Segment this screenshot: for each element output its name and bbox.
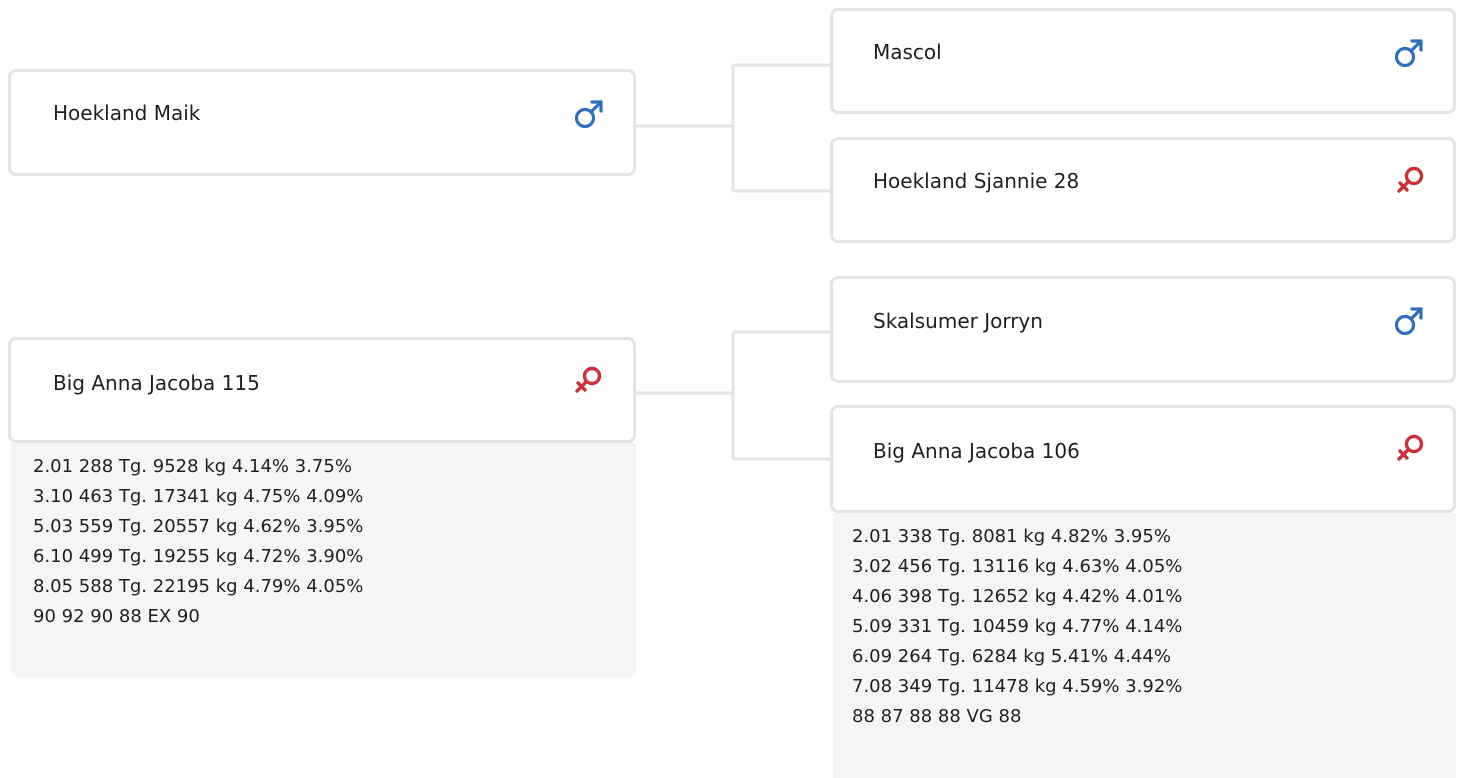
production-line: 2.01 338 Tg. 8081 kg 4.82% 3.95% — [852, 526, 1171, 547]
dam-dam-card[interactable]: Big Anna Jacoba 106 — [830, 405, 1456, 513]
production-line: 6.09 264 Tg. 6284 kg 5.41% 4.44% — [852, 646, 1171, 667]
production-line: 5.03 559 Tg. 20557 kg 4.62% 3.95% — [33, 516, 364, 537]
dam-name: Big Anna Jacoba 115 — [53, 371, 260, 395]
production-line: 8.05 588 Tg. 22195 kg 4.79% 4.05% — [33, 576, 364, 597]
male-symbol-icon — [571, 96, 607, 132]
production-line: 3.10 463 Tg. 17341 kg 4.75% 4.09% — [33, 486, 364, 507]
dam-sire-card[interactable]: Skalsumer Jorryn — [830, 276, 1456, 383]
dam-card[interactable]: Big Anna Jacoba 115 — [8, 337, 636, 443]
female-symbol-icon — [571, 362, 607, 398]
production-line: 7.08 349 Tg. 11478 kg 4.59% 3.92% — [852, 676, 1183, 697]
production-line: 5.09 331 Tg. 10459 kg 4.77% 4.14% — [852, 616, 1183, 637]
male-symbol-icon — [1391, 303, 1427, 339]
sire-name: Hoekland Maik — [53, 101, 201, 125]
dam-production-details: 2.01 288 Tg. 9528 kg 4.14% 3.75% 3.10 46… — [11, 443, 636, 677]
sire-dam-name: Hoekland Sjannie 28 — [873, 169, 1080, 193]
pedigree-tree: Hoekland Maik Big Anna Jacoba 115 2.01 2… — [0, 0, 1462, 778]
production-line: 6.10 499 Tg. 19255 kg 4.72% 3.90% — [33, 546, 364, 567]
production-line: 2.01 288 Tg. 9528 kg 4.14% 3.75% — [33, 456, 352, 477]
classification-line: 88 87 88 88 VG 88 — [852, 706, 1022, 727]
dam-dam-name: Big Anna Jacoba 106 — [873, 439, 1080, 463]
classification-line: 90 92 90 88 EX 90 — [33, 606, 200, 627]
dam-sire-name: Skalsumer Jorryn — [873, 309, 1043, 333]
female-symbol-icon — [1393, 430, 1429, 466]
female-symbol-icon — [1393, 162, 1429, 198]
production-line: 3.02 456 Tg. 13116 kg 4.63% 4.05% — [852, 556, 1183, 577]
sire-dam-card[interactable]: Hoekland Sjannie 28 — [830, 137, 1456, 243]
sire-card[interactable]: Hoekland Maik — [8, 69, 636, 176]
production-line: 4.06 398 Tg. 12652 kg 4.42% 4.01% — [852, 586, 1183, 607]
sire-sire-name: Mascol — [873, 40, 942, 64]
dam-dam-production-details: 2.01 338 Tg. 8081 kg 4.82% 3.95% 3.02 45… — [833, 513, 1456, 778]
sire-sire-card[interactable]: Mascol — [830, 8, 1456, 114]
male-symbol-icon — [1391, 35, 1427, 71]
